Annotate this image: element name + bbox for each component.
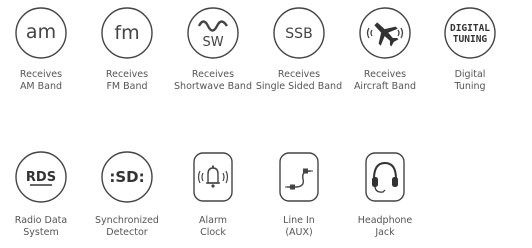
feature-label: Receives Shortwave Band bbox=[174, 69, 252, 92]
feature-label: Receives Aircraft Band bbox=[353, 69, 417, 92]
ssb-glyph: SSB bbox=[285, 26, 312, 42]
feature-synchronized-detector: :SD: Synchronized Detector bbox=[83, 150, 171, 239]
feature-alarm-clock: Alarm Clock bbox=[169, 150, 257, 239]
tuning-glyph: TUNING bbox=[453, 34, 488, 45]
feature-label: Synchronized Detector bbox=[95, 215, 159, 238]
feature-am-band: am Receives AM Band bbox=[0, 6, 85, 93]
sd-glyph: :SD: bbox=[109, 168, 144, 186]
fm-icon: fm bbox=[101, 7, 153, 59]
am-icon: am bbox=[15, 7, 67, 59]
feature-label: Digital Tuning bbox=[454, 69, 486, 92]
alarm-clock-icon bbox=[193, 152, 233, 202]
headphone-jack-icon bbox=[365, 152, 405, 202]
feature-label: Receives AM Band bbox=[19, 69, 63, 92]
fm-glyph: fm bbox=[114, 22, 139, 44]
feature-label: Line In (AUX) bbox=[283, 215, 315, 238]
aircraft-icon bbox=[359, 7, 411, 59]
feature-single-sided-band: SSB Receives Single Sided Band bbox=[255, 6, 343, 93]
shortwave-icon: SW bbox=[187, 7, 239, 59]
feature-aircraft-band: Receives Aircraft Band bbox=[341, 6, 429, 93]
ssb-icon: SSB bbox=[273, 7, 325, 59]
feature-radio-data-system: RDS Radio Data System bbox=[0, 150, 85, 239]
synchronized-detector-icon: :SD: bbox=[101, 151, 153, 203]
feature-headphone-jack: Headphone Jack bbox=[341, 150, 429, 239]
feature-fm-band: fm Receives FM Band bbox=[83, 6, 171, 93]
feature-label: Receives FM Band bbox=[105, 69, 149, 92]
feature-shortwave-band: SW Receives Shortwave Band bbox=[169, 6, 257, 93]
line-in-icon bbox=[279, 152, 319, 202]
feature-label: Alarm Clock bbox=[199, 215, 227, 238]
rds-glyph: RDS bbox=[26, 170, 56, 185]
feature-label: Receives Single Sided Band bbox=[255, 69, 343, 92]
digital-glyph: DIGITAL bbox=[450, 23, 490, 34]
feature-label: Radio Data System bbox=[14, 215, 68, 238]
feature-digital-tuning: DIGITAL TUNING Digital Tuning bbox=[426, 6, 514, 93]
digital-tuning-icon: DIGITAL TUNING bbox=[444, 7, 496, 59]
sw-glyph: SW bbox=[202, 35, 223, 50]
am-glyph: am bbox=[26, 21, 56, 43]
feature-label: Headphone Jack bbox=[357, 215, 413, 238]
rds-icon: RDS bbox=[15, 151, 67, 203]
feature-line-in: Line In (AUX) bbox=[255, 150, 343, 239]
